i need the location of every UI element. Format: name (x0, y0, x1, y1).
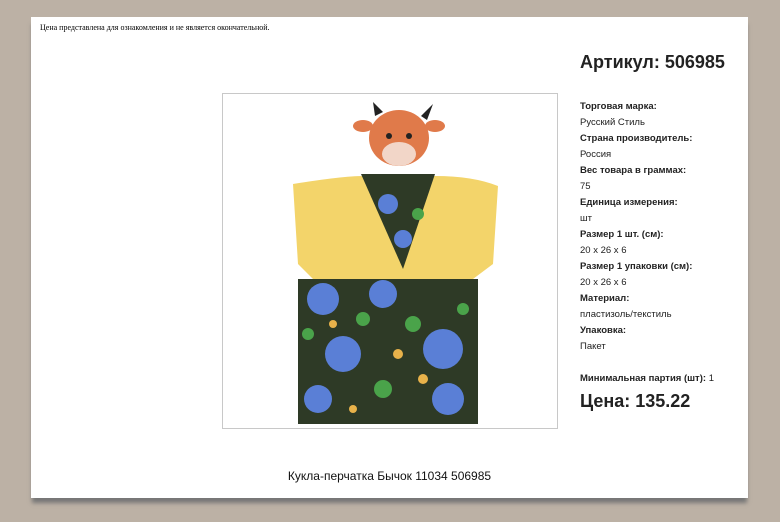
spec-label: Вес товара в граммах: (580, 165, 687, 176)
spec-label: Страна производитель: (580, 133, 693, 144)
spec-value: Россия (580, 149, 612, 160)
spec-value: Русский Стиль (580, 117, 645, 128)
spec-label: Упаковка: (580, 325, 627, 336)
spec-value: пластизоль/текстиль (580, 309, 672, 320)
spec-value: шт (580, 213, 592, 224)
product-image (222, 93, 558, 429)
article-number: Артикул: 506985 (580, 52, 725, 72)
product-card: Цена представлена для ознакомления и не … (31, 17, 748, 498)
spec-label: Торговая марка: (580, 101, 657, 112)
spec-value: 20 x 26 x 6 (580, 245, 627, 256)
price-notice: Цена представлена для ознакомления и не … (40, 23, 270, 32)
spec-value: 20 x 26 x 6 (580, 277, 627, 288)
min-lot-label: Минимальная партия (шт): (580, 373, 707, 384)
spec-label: Единица измерения: (580, 197, 678, 208)
min-lot-value: 1 (708, 373, 714, 384)
spec-value: Пакет (580, 341, 606, 352)
spec-label: Размер 1 шт. (см): (580, 229, 664, 240)
spec-label: Размер 1 упаковки (см): (580, 261, 693, 272)
min-lot: Минимальная партия (шт): 1 (580, 373, 714, 384)
price: Цена: 135.22 (580, 391, 691, 411)
product-name: Кукла-перчатка Бычок 11034 506985 (287, 469, 492, 483)
spec-list: Торговая марка: Русский Стиль Страна про… (580, 99, 692, 355)
spec-label: Материал: (580, 293, 630, 304)
spec-value: 75 (580, 181, 591, 192)
